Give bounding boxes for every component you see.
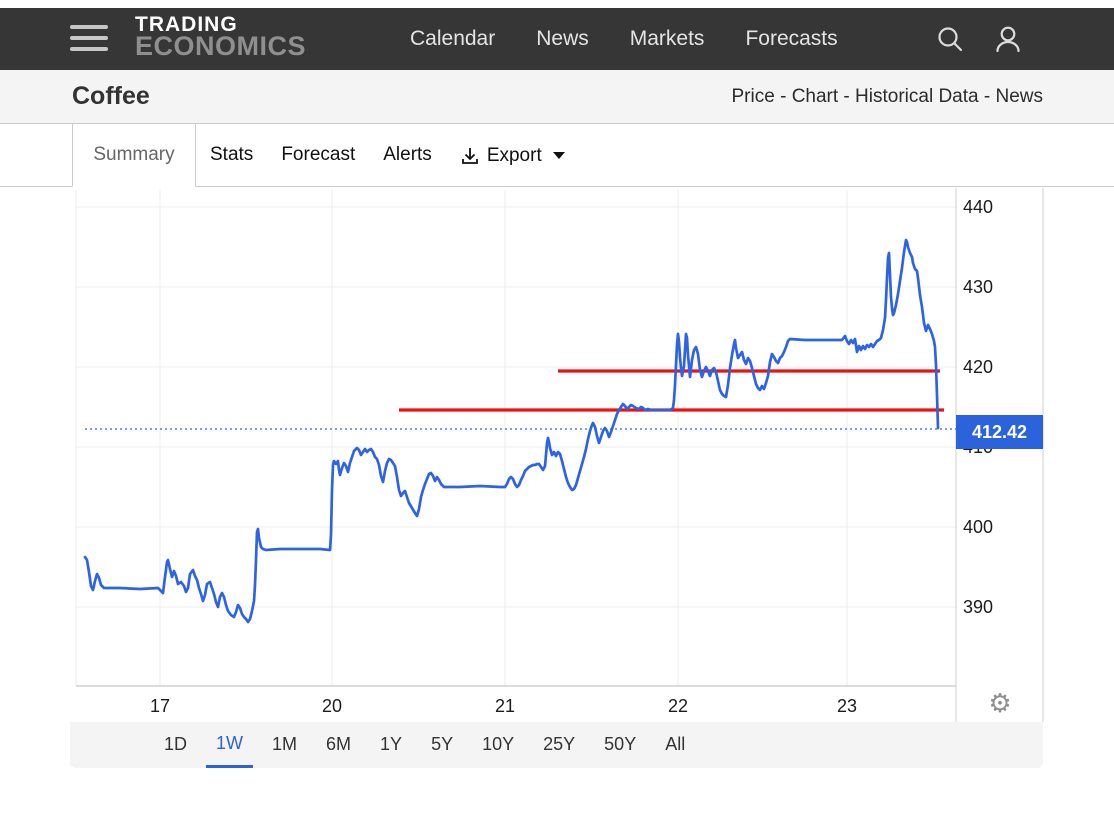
range-5y[interactable]: 5Y (421, 722, 463, 768)
page-title: Coffee (72, 70, 150, 123)
tab-forecast[interactable]: Forecast (267, 124, 369, 187)
tab-summary[interactable]: Summary (72, 124, 196, 187)
chart-settings-gear-icon[interactable]: ⚙ (985, 688, 1015, 718)
menu-icon[interactable] (70, 25, 108, 53)
x-axis-label: 17 (135, 696, 185, 717)
range-6m[interactable]: 6M (316, 722, 361, 768)
range-all[interactable]: All (655, 722, 695, 768)
separator: - (979, 86, 996, 107)
nav-link-forecasts[interactable]: Forecasts (745, 27, 837, 51)
download-icon (460, 146, 480, 166)
y-axis-label: 440 (963, 197, 1023, 218)
gridline (0, 188, 76, 722)
price-chart[interactable]: 412.42 ⚙ 4404304204104003901720212223 (0, 188, 1114, 722)
link-chart[interactable]: Chart (792, 86, 838, 107)
logo-line2: ECONOMICS (135, 33, 306, 60)
user-icon[interactable] (994, 25, 1022, 53)
instrument-header: Coffee Price - Chart - Historical Data -… (0, 70, 1114, 124)
export-label: Export (487, 125, 542, 187)
y-axis-label: 430 (963, 277, 1023, 298)
link-historical-data[interactable]: Historical Data (855, 86, 979, 107)
range-50y[interactable]: 50Y (594, 722, 646, 768)
x-axis-label: 20 (307, 696, 357, 717)
range-1y[interactable]: 1Y (370, 722, 412, 768)
tab-bar: Summary Stats Forecast Alerts Export (0, 124, 1114, 187)
page: TRADING ECONOMICS Calendar News Markets … (0, 0, 1114, 820)
range-10y[interactable]: 10Y (472, 722, 524, 768)
export-button[interactable]: Export (446, 124, 579, 187)
x-axis-label: 23 (822, 696, 872, 717)
time-range-bar: 1D 1W 1M 6M 1Y 5Y 10Y 25Y 50Y All (70, 722, 1043, 768)
range-1w[interactable]: 1W (206, 722, 253, 768)
nav-link-markets[interactable]: Markets (630, 27, 705, 51)
range-25y[interactable]: 25Y (533, 722, 585, 768)
y-axis-label: 400 (963, 517, 1023, 538)
tab-alerts[interactable]: Alerts (369, 124, 446, 187)
separator: - (838, 86, 855, 107)
chart-canvas (0, 188, 1114, 722)
y-axis-label: 390 (963, 597, 1023, 618)
link-news[interactable]: News (995, 86, 1043, 107)
tab-stats[interactable]: Stats (196, 124, 267, 187)
link-price[interactable]: Price (732, 86, 775, 107)
y-axis-label: 420 (963, 357, 1023, 378)
nav-link-calendar[interactable]: Calendar (410, 27, 495, 51)
current-price-badge: 412.42 (956, 415, 1043, 449)
nav-link-news[interactable]: News (536, 27, 589, 51)
x-axis-label: 22 (653, 696, 703, 717)
top-navbar: TRADING ECONOMICS Calendar News Markets … (0, 8, 1114, 70)
range-1d[interactable]: 1D (154, 722, 197, 768)
range-1m[interactable]: 1M (262, 722, 307, 768)
logo[interactable]: TRADING ECONOMICS (135, 14, 306, 60)
separator: - (775, 86, 792, 107)
chevron-down-icon (553, 152, 565, 159)
price-line (85, 240, 938, 622)
breadcrumb: Price - Chart - Historical Data - News (732, 70, 1044, 123)
search-icon[interactable] (936, 25, 964, 53)
x-axis-label: 21 (480, 696, 530, 717)
nav-links: Calendar News Markets Forecasts (410, 8, 838, 70)
